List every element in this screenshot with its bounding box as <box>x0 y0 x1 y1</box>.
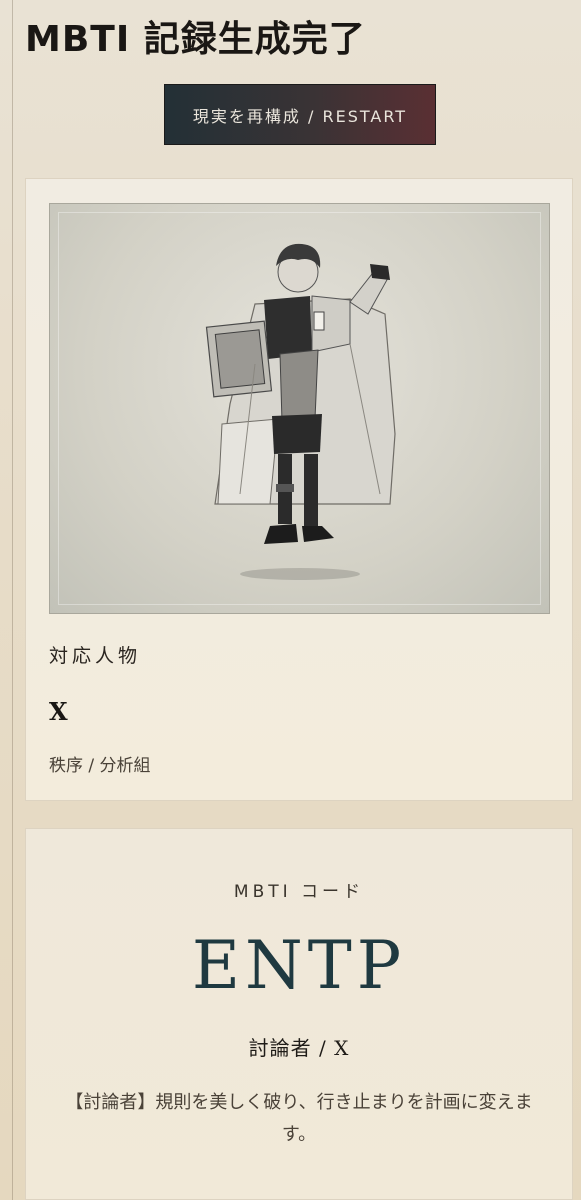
mbti-code: ENTP <box>191 927 407 1004</box>
page-left-rule <box>12 0 13 1200</box>
restart-button[interactable]: 現実を再構成 / RESTART <box>164 84 436 145</box>
character-group: 秩序 / 分析組 <box>49 756 151 776</box>
mbti-description: 【討論者】規則を美しく破り、行き止まりを計画に変えます。 <box>65 1092 533 1145</box>
character-name: X <box>49 697 68 726</box>
page-title: MBTI 記録生成完了 <box>25 19 366 60</box>
role-label: 対応人物 <box>49 645 142 667</box>
mbti-subtitle: 討論者 / X <box>248 1036 350 1060</box>
character-illustration <box>205 243 396 580</box>
mbti-label: MBTI コード <box>233 882 365 902</box>
character-card: 対応人物 X 秩序 / 分析組 <box>25 178 573 801</box>
mbti-card: MBTI コード ENTP 討論者 / X 【討論者】規則を美しく破り、行き止ま… <box>25 828 573 1200</box>
character-portrait <box>49 203 550 614</box>
